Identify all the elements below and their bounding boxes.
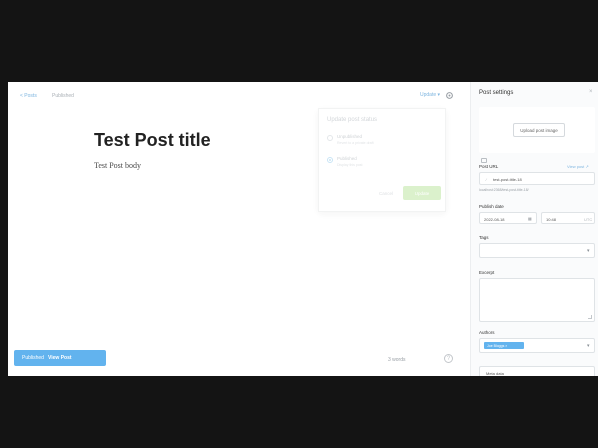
authors-label: Authors — [479, 330, 495, 335]
post-url-input[interactable]: ⁄ test-post-title-18 — [479, 172, 595, 185]
post-body-editor[interactable]: Test Post body — [94, 161, 141, 170]
publish-time-input[interactable]: 10:48 UTC — [541, 212, 595, 224]
toast-message: Published — [22, 355, 44, 361]
upload-image-button[interactable]: Upload post image — [513, 123, 565, 137]
meta-data-row[interactable]: Meta data — [479, 366, 595, 376]
option-unpublished-label: Unpublished — [337, 134, 363, 139]
excerpt-textarea[interactable] — [479, 278, 595, 322]
letterbox-top — [0, 0, 598, 82]
editor-area: < Posts Published Update ▾ Test Post tit… — [8, 82, 470, 376]
confirm-update-button[interactable]: Update — [403, 186, 441, 200]
view-post-url-link[interactable]: View post ↗ — [567, 164, 589, 169]
option-unpublished-desc: Revert to a private draft — [337, 141, 374, 145]
chevron-down-icon[interactable]: ▾ — [587, 343, 590, 349]
update-button[interactable]: Update ▾ — [420, 92, 440, 98]
timezone-label: UTC — [584, 216, 593, 222]
editor-window: < Posts Published Update ▾ Test Post tit… — [8, 82, 598, 376]
tags-label: Tags — [479, 235, 489, 240]
post-settings-panel: Post settings × Upload post image Post U… — [470, 82, 598, 376]
post-title-input[interactable]: Test Post title — [94, 130, 211, 151]
post-status-label: Published — [52, 93, 74, 99]
word-count: 3 words — [388, 357, 406, 363]
close-icon[interactable]: × — [589, 89, 593, 95]
option-published-desc: Display this post — [337, 163, 363, 167]
popover-title: Update post status — [327, 117, 378, 123]
resize-handle-icon[interactable] — [588, 315, 592, 319]
post-url-hint: localhost:2368/test-post-title-18/ — [479, 188, 529, 192]
publish-date-label: Publish date — [479, 204, 504, 209]
settings-gear-icon[interactable] — [445, 91, 454, 100]
author-chip[interactable]: Joe Bloggs × — [484, 342, 524, 349]
excerpt-label: Excerpt — [479, 270, 495, 275]
publish-time-value: 10:48 — [546, 216, 557, 222]
option-published-label: Published — [337, 156, 357, 161]
publish-date-input[interactable]: 2022-08-18 ▦ — [479, 212, 537, 224]
post-url-value: test-post-title-18 — [493, 177, 522, 182]
link-icon: ⁄ — [486, 177, 487, 182]
tags-input[interactable]: ▾ — [479, 243, 595, 258]
calendar-icon[interactable]: ▦ — [528, 216, 532, 221]
view-post-link[interactable]: View Post — [48, 355, 72, 361]
back-to-posts-link[interactable]: < Posts — [20, 93, 37, 99]
post-url-label: Post URL — [479, 164, 499, 169]
publish-status-popover: Update post status Unpublished Revert to… — [318, 108, 446, 212]
published-toast: Published View Post — [14, 350, 106, 366]
help-icon[interactable]: ? — [444, 354, 453, 363]
chevron-down-icon[interactable]: ▾ — [587, 248, 590, 254]
cancel-button[interactable]: Cancel — [379, 191, 393, 196]
panel-title: Post settings — [479, 90, 514, 96]
radio-published[interactable] — [327, 157, 333, 163]
letterbox-bottom — [0, 376, 598, 448]
authors-input[interactable]: Joe Bloggs × ▾ — [479, 338, 595, 353]
radio-unpublished[interactable] — [327, 135, 333, 141]
publish-date-value: 2022-08-18 — [484, 216, 505, 222]
post-image-dropzone[interactable]: Upload post image — [479, 107, 595, 153]
image-icon[interactable] — [481, 158, 487, 163]
